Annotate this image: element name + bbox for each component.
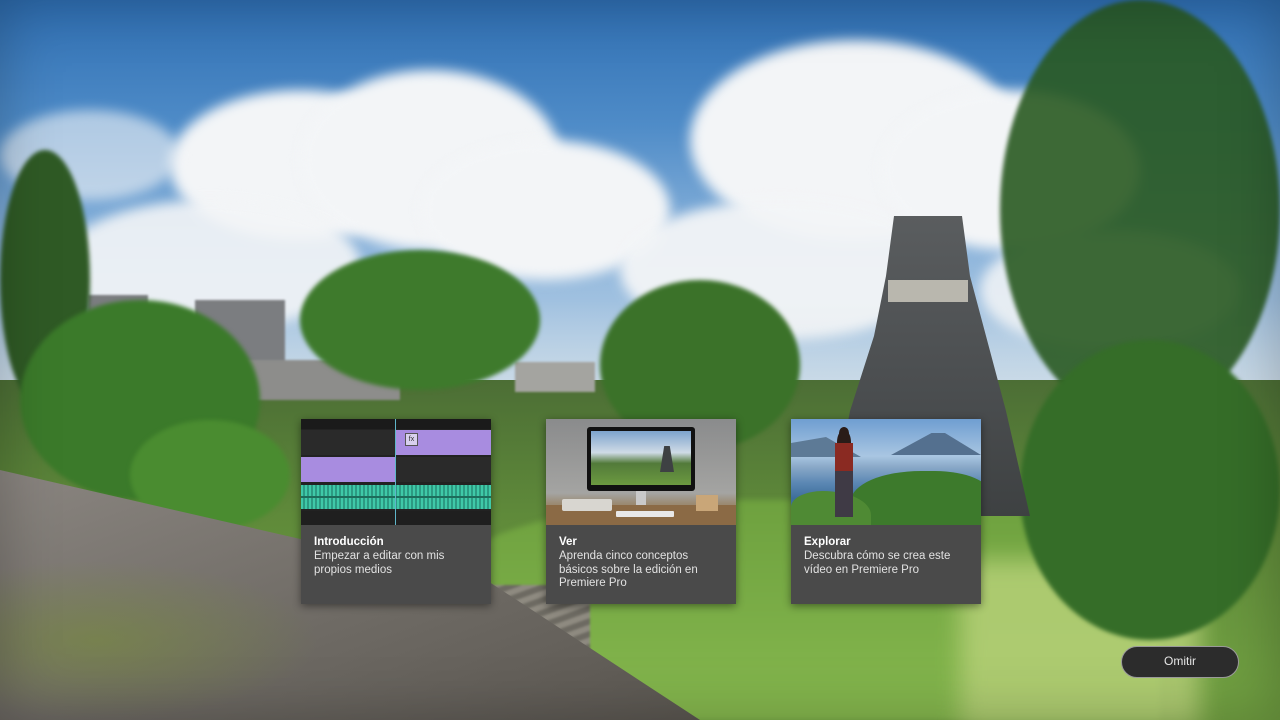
monitor-screen <box>591 431 691 485</box>
timeline-track <box>301 419 491 429</box>
temple-band <box>888 280 968 302</box>
person-head <box>839 427 849 439</box>
card-text: Explorar Descubra cómo se crea este víde… <box>791 525 981 577</box>
card-description: Empezar a editar con mis propios medios <box>314 550 445 576</box>
tree <box>300 250 540 390</box>
audio-device <box>562 499 612 511</box>
card-explorar[interactable]: Explorar Descubra cómo se crea este víde… <box>791 419 981 604</box>
timeline-thumbnail: fx <box>301 419 491 525</box>
monitor-stand <box>636 491 646 505</box>
card-description: Aprenda cinco conceptos básicos sobre la… <box>559 550 698 589</box>
tree <box>1020 340 1280 640</box>
ruin-structure <box>515 362 595 392</box>
person-skirt <box>835 471 853 517</box>
timeline-track <box>301 511 491 525</box>
lake-volcano-thumbnail <box>791 419 981 525</box>
person-body <box>835 443 853 473</box>
card-ver[interactable]: Ver Aprenda cinco conceptos básicos sobr… <box>546 419 736 604</box>
playhead <box>395 419 396 525</box>
moss <box>0 560 320 720</box>
timeline-track <box>396 457 491 482</box>
card-text: Introducción Empezar a editar con mis pr… <box>301 525 491 577</box>
card-introduccion[interactable]: fx Introducción Empezar a editar con mis… <box>301 419 491 604</box>
card-description: Descubra cómo se crea este vídeo en Prem… <box>804 550 951 576</box>
keyboard <box>616 511 674 517</box>
audio-divider <box>301 496 491 498</box>
video-clip <box>301 457 396 482</box>
volcano <box>891 433 981 455</box>
timeline-track <box>301 430 396 455</box>
person <box>833 427 855 523</box>
desk-box <box>696 495 718 511</box>
card-title: Explorar <box>804 536 851 548</box>
background-scene <box>0 0 1280 720</box>
skip-button[interactable]: Omitir <box>1121 646 1239 678</box>
fx-badge-icon: fx <box>405 433 418 446</box>
desktop-monitor-thumbnail <box>546 419 736 525</box>
welcome-cards: fx Introducción Empezar a editar con mis… <box>301 419 981 604</box>
card-title: Ver <box>559 536 577 548</box>
card-text: Ver Aprenda cinco conceptos básicos sobr… <box>546 525 736 591</box>
card-title: Introducción <box>314 536 384 548</box>
